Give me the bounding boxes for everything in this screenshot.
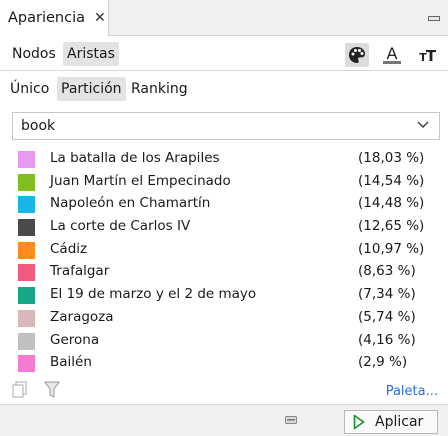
color-swatch[interactable] [18,287,35,305]
list-item[interactable]: Bailén (2,9 %) [0,352,448,375]
color-swatch[interactable] [18,264,35,282]
partition-name: La corte de Carlos IV [50,218,191,235]
tab-ranking[interactable]: Ranking [127,77,192,101]
list-item[interactable]: Napoleón en Chamartín (14,48 %) [0,193,448,216]
chevron-down-icon [417,121,429,129]
label-color-icon[interactable]: A [380,43,404,67]
minimize-icon[interactable] [428,16,440,21]
partition-name: Trafalgar [50,263,110,280]
panel-titlebar: Apariencia ✕ [0,0,448,36]
tab-particion[interactable]: Partición [57,77,126,101]
panel-title: Apariencia [8,10,85,26]
partition-percentage: (7,34 %) [358,286,416,303]
partition-name: Napoleón en Chamartín [50,195,211,212]
partition-name: Zaragoza [50,308,114,325]
partition-name: Gerona [50,331,100,348]
play-icon [353,414,365,430]
color-swatch[interactable] [18,196,35,214]
attribute-select-value: book [21,118,56,134]
panel-tab[interactable]: Apariencia ✕ [0,0,109,36]
partition-footer: Paleta... [0,378,448,404]
color-swatch[interactable] [18,173,35,191]
partition-percentage: (4,16 %) [358,331,416,348]
partition-percentage: (12,65 %) [358,218,425,235]
svg-text:T: T [426,47,437,65]
partition-percentage: (8,63 %) [358,263,416,280]
apply-button-label: Aplicar [375,414,424,430]
tab-aristas[interactable]: Aristas [63,42,119,66]
partition-list: La batalla de los Arapiles (18,03 %) Jua… [0,148,448,375]
keyboard-icon[interactable] [285,416,297,424]
color-swatch[interactable] [18,355,35,373]
partition-name: Juan Martín el Empecinado [50,172,231,189]
svg-text:A: A [387,44,398,63]
mode-bar: Único Partición Ranking [0,72,448,106]
tab-unico[interactable]: Único [6,77,53,101]
attribute-select[interactable]: book [12,112,440,140]
filter-icon[interactable] [44,381,60,399]
color-swatch[interactable] [18,241,35,259]
color-swatch[interactable] [18,219,35,237]
copy-icon[interactable] [12,381,28,399]
list-item[interactable]: Juan Martín el Empecinado (14,54 %) [0,171,448,194]
partition-percentage: (18,03 %) [358,150,425,166]
tab-nodos[interactable]: Nodos [8,42,60,66]
color-swatch[interactable] [18,332,35,350]
partition-percentage: (10,97 %) [358,240,425,257]
partition-percentage: (14,54 %) [358,172,425,189]
label-size-icon[interactable]: T T [415,43,439,67]
list-item[interactable]: La batalla de los Arapiles (18,03 %) [0,148,448,171]
partition-name: Bailén [50,354,92,371]
element-type-bar: Nodos Aristas A T T [0,37,448,71]
list-item[interactable]: Cádiz (10,97 %) [0,239,448,262]
partition-name: La batalla de los Arapiles [50,150,220,166]
partition-name: El 19 de marzo y el 2 de mayo [50,286,257,303]
list-item[interactable]: Gerona (4,16 %) [0,330,448,353]
palette-icon[interactable] [345,43,369,67]
color-swatch[interactable] [18,309,35,327]
partition-percentage: (5,74 %) [358,308,416,325]
partition-name: Cádiz [50,240,88,257]
list-item[interactable]: Trafalgar (8,63 %) [0,261,448,284]
list-item[interactable]: El 19 de marzo y el 2 de mayo (7,34 %) [0,284,448,307]
close-icon[interactable]: ✕ [94,10,106,26]
palette-link[interactable]: Paleta... [386,384,438,399]
partition-percentage: (2,9 %) [358,354,408,371]
color-swatch[interactable] [18,151,35,168]
list-item[interactable]: La corte de Carlos IV (12,65 %) [0,216,448,239]
bottom-bar: Aplicar [0,404,448,436]
partition-percentage: (14,48 %) [358,195,425,212]
apply-button[interactable]: Aplicar [344,410,438,434]
list-item[interactable]: Zaragoza (5,74 %) [0,307,448,330]
